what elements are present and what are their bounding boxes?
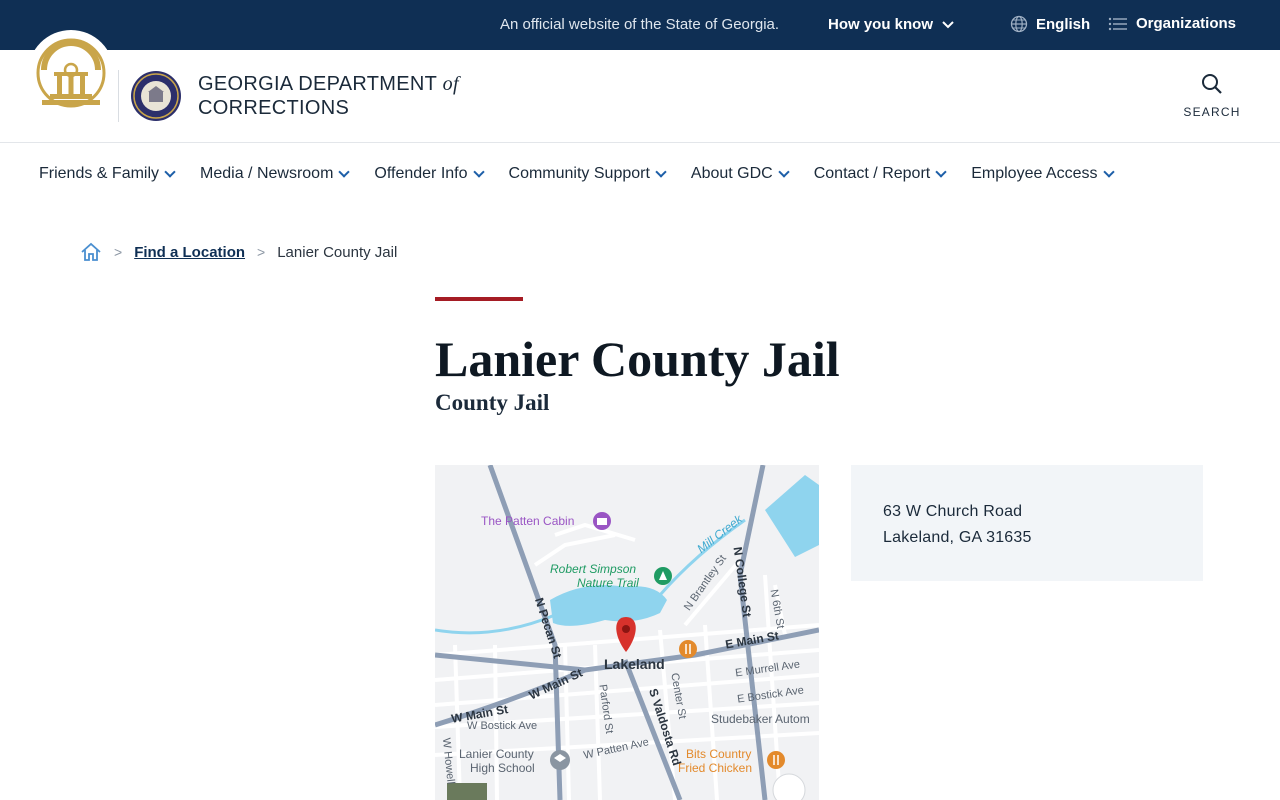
- map-label: W Bostick Ave: [467, 720, 538, 732]
- organizations-menu[interactable]: Organizations: [1108, 15, 1236, 32]
- language-selector[interactable]: English: [1010, 15, 1090, 33]
- chevron-down-icon: [935, 166, 947, 178]
- chevron-down-icon: [338, 166, 351, 178]
- chevron-down-icon: [1102, 166, 1115, 178]
- georgia-seal-icon: [36, 38, 106, 108]
- page-subtitle: County Jail: [435, 390, 550, 415]
- map-label: Nature Trail: [577, 576, 639, 590]
- header-divider: [118, 70, 119, 122]
- search-button[interactable]: SEARCH: [1180, 72, 1244, 119]
- nav-contact-report[interactable]: Contact / Report: [814, 165, 947, 183]
- nav-offender-info[interactable]: Offender Info: [374, 165, 485, 183]
- breadcrumb-separator: >: [257, 244, 266, 260]
- chevron-down-icon: [778, 166, 790, 178]
- globe-icon: [1010, 15, 1028, 33]
- search-icon: [1202, 74, 1222, 94]
- map-label: Studebaker Autom: [711, 712, 810, 726]
- chevron-down-icon: [472, 166, 485, 178]
- nav-employee-access[interactable]: Employee Access: [971, 165, 1115, 183]
- map-label: Robert Simpson: [550, 562, 637, 576]
- agency-line-2: CORRECTIONS: [198, 97, 350, 119]
- organizations-label: Organizations: [1136, 15, 1237, 32]
- site-header: GEORGIA DEPARTMENT of CORRECTIONS SEARCH: [0, 30, 1280, 143]
- map-label: Lakeland: [604, 656, 665, 672]
- how-you-know-toggle[interactable]: How you know: [828, 16, 955, 33]
- chevron-down-icon: [942, 20, 954, 28]
- home-icon[interactable]: [80, 242, 102, 262]
- nav-about-gdc[interactable]: About GDC: [691, 165, 790, 183]
- address-card: 63 W Church Road Lakeland, GA 31635: [851, 465, 1203, 581]
- official-banner: An official website of the State of Geor…: [0, 0, 1280, 50]
- map-label: Lanier County: [459, 747, 534, 761]
- map-label: The Patten Cabin: [481, 514, 575, 528]
- gdc-seal-icon: [131, 71, 181, 121]
- breadcrumb-find-location[interactable]: Find a Location: [134, 244, 245, 261]
- breadcrumb-current: Lanier County Jail: [277, 243, 398, 261]
- language-label: English: [1036, 15, 1091, 33]
- breadcrumb-separator: >: [114, 244, 123, 260]
- agency-line-1: GEORGIA DEPARTMENT: [198, 73, 437, 95]
- nav-media-newsroom[interactable]: Media / Newsroom: [200, 165, 351, 183]
- agency-of: of: [442, 73, 459, 95]
- map-label: Fried Chicken: [678, 761, 753, 775]
- state-seal-link[interactable]: [28, 30, 114, 116]
- page-title: Lanier County Jail: [435, 331, 840, 387]
- official-site-text: An official website of the State of Geor…: [500, 16, 780, 33]
- how-you-know-label: How you know: [828, 16, 933, 33]
- chevron-down-icon: [655, 166, 667, 178]
- list-icon: [1108, 17, 1127, 30]
- agency-name[interactable]: GEORGIA DEPARTMENT of CORRECTIONS: [198, 72, 459, 120]
- map-label: Bits Country: [686, 747, 752, 761]
- title-accent-bar: [435, 297, 523, 301]
- address-line-1: 63 W Church Road: [883, 503, 1023, 520]
- nav-community-support[interactable]: Community Support: [509, 165, 667, 183]
- chevron-down-icon: [164, 166, 176, 178]
- nav-friends-family[interactable]: Friends & Family: [39, 165, 176, 183]
- breadcrumb: > Find a Location > Lanier County Jail: [80, 242, 397, 262]
- main-navigation: Friends & Family Media / Newsroom Offend…: [0, 143, 1280, 205]
- map-label: High School: [470, 761, 535, 775]
- address-line-2: Lakeland, GA 31635: [883, 529, 1032, 546]
- search-label: SEARCH: [1183, 105, 1241, 119]
- location-map[interactable]: The Patten Cabin Mill Creek Robert Simps…: [435, 465, 819, 800]
